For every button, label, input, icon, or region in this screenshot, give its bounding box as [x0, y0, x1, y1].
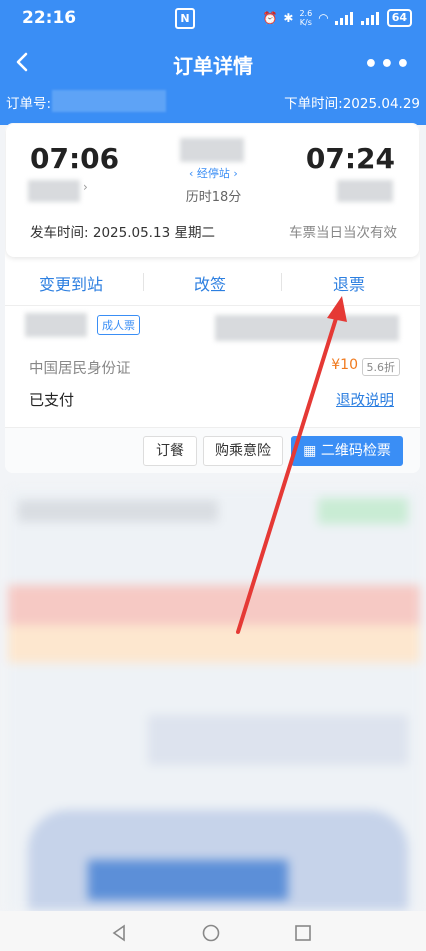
depart-date: 发车时间: 2025.05.13 星期二 [30, 225, 215, 241]
discount-badge: 5.6折 [361, 358, 400, 376]
ticket-card: 07:06 07:24 › ‹ 经停站 › 历时18分 发车时间: 2025.0… [5, 123, 420, 473]
system-navigation-bar [0, 911, 426, 951]
seat-info-redacted [215, 315, 399, 341]
qr-code-icon: ▦ [303, 443, 317, 459]
qr-check-button[interactable]: ▦ 二维码检票 [291, 436, 403, 466]
change-station-button[interactable]: 变更到站 [39, 271, 103, 295]
signal-icon [334, 11, 355, 25]
navigation-bar: 订单详情 ••• [0, 40, 426, 88]
ticket-validity: 车票当日当次有效 [289, 225, 397, 241]
order-number-redacted [52, 90, 166, 112]
refund-rules-link[interactable]: 退改说明 [336, 389, 394, 410]
bluetooth-icon: ✱ [283, 11, 294, 25]
nfc-icon: N [175, 8, 195, 29]
ticket-actions: 变更到站 改签 退票 [5, 259, 420, 306]
blurred-promo-area [8, 490, 420, 910]
trip-duration: 历时18分 [185, 190, 242, 205]
arrive-time: 07:24 [305, 142, 395, 175]
alarm-icon: ⏰ [262, 11, 278, 25]
recents-square-icon[interactable] [294, 924, 312, 942]
signal-icon-2 [360, 11, 381, 25]
order-time: 下单时间:2025.04.29 [284, 96, 420, 112]
back-triangle-icon[interactable] [110, 924, 128, 942]
passenger-name-redacted [25, 313, 87, 337]
network-speed: 2.6 K/s [299, 9, 313, 27]
service-buttons: 订餐 购乘意险 ▦ 二维码检票 [5, 427, 420, 473]
depart-time: 07:06 [30, 142, 120, 175]
wifi-icon: ◠ [318, 11, 329, 25]
order-info-line: 订单号: 下单时间:2025.04.29 [0, 90, 426, 114]
reschedule-button[interactable]: 改签 [194, 271, 226, 295]
train-info: 07:06 07:24 › ‹ 经停站 › 历时18分 发车时间: 2025.0… [6, 124, 419, 257]
status-time: 22:16 [22, 8, 77, 28]
more-icon[interactable]: ••• [364, 52, 412, 77]
insurance-button[interactable]: 购乘意险 [203, 436, 283, 466]
battery-icon: 64 [386, 9, 412, 27]
stopover-link[interactable]: ‹ 经停站 › [189, 165, 238, 181]
status-icons: ⏰ ✱ 2.6 K/s ◠ 64 [262, 8, 412, 28]
meal-button[interactable]: 订餐 [143, 436, 197, 466]
passenger-info: 成人票 中国居民身份证 ¥10 5.6折 已支付 退改说明 [5, 309, 420, 427]
divider [281, 273, 282, 291]
id-type: 中国居民身份证 [29, 361, 131, 377]
refund-button[interactable]: 退票 [333, 271, 365, 295]
ticket-price: ¥10 [331, 357, 358, 373]
page-title: 订单详情 [173, 54, 253, 78]
home-circle-icon[interactable] [202, 924, 220, 942]
status-bar: 22:16 N ⏰ ✱ 2.6 K/s ◠ 64 [0, 0, 426, 36]
order-number-label: 订单号: [6, 96, 52, 112]
train-number-redacted [180, 138, 244, 162]
ticket-type-badge: 成人票 [97, 315, 140, 335]
divider [143, 273, 144, 291]
payment-status: 已支付 [29, 391, 75, 409]
